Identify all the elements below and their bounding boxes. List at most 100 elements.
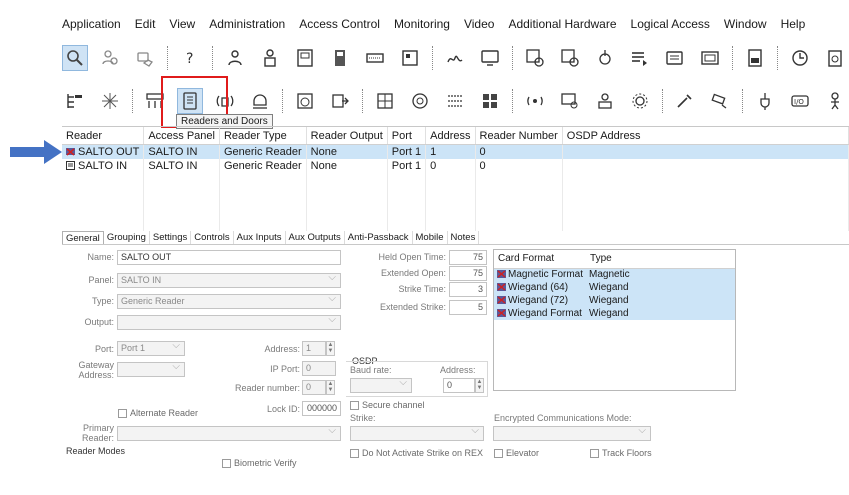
reader-number-spinner[interactable]: ▲ ▼ <box>326 380 335 395</box>
person-icon[interactable] <box>822 88 848 114</box>
type-select[interactable]: Generic Reader <box>117 293 341 309</box>
menu-logical-access[interactable]: Logical Access <box>631 17 710 31</box>
encrypted-mode-select[interactable] <box>493 425 651 441</box>
screen-icon[interactable] <box>662 45 688 71</box>
keypad-grid-icon[interactable] <box>442 88 468 114</box>
tab-notes[interactable]: Notes <box>448 231 480 244</box>
output-select[interactable] <box>117 314 341 330</box>
menu-access-control[interactable]: Access Control <box>299 17 380 31</box>
monitor-icon[interactable] <box>477 45 503 71</box>
tab-grouping[interactable]: Grouping <box>104 231 150 244</box>
clock-icon[interactable] <box>787 45 813 71</box>
osdp-address-field[interactable]: 0 <box>443 378 475 393</box>
zone-icon[interactable] <box>407 88 433 114</box>
reader-number-field[interactable]: 0 <box>302 380 326 395</box>
col-address[interactable]: Address <box>425 127 476 145</box>
col-card-type[interactable]: Type <box>586 250 735 269</box>
menu-video[interactable]: Video <box>464 17 494 31</box>
strike-select[interactable] <box>350 425 484 441</box>
printer-icon[interactable] <box>742 45 768 71</box>
help-icon[interactable]: ? <box>177 45 203 71</box>
biometric-verify-checkbox[interactable]: Biometric Verify <box>222 458 297 468</box>
plug-icon[interactable] <box>752 88 778 114</box>
cctv-icon[interactable] <box>707 88 733 114</box>
alternate-reader-checkbox[interactable]: Alternate Reader <box>118 408 198 418</box>
elevator-checkbox[interactable]: Elevator <box>494 448 539 458</box>
intercom-icon[interactable] <box>247 88 273 114</box>
tab-anti-passback[interactable]: Anti-Passback <box>345 231 413 244</box>
device-icon[interactable] <box>697 45 723 71</box>
magnifier-icon[interactable] <box>62 45 88 71</box>
tab-controls[interactable]: Controls <box>191 231 234 244</box>
gears-doc-2-icon[interactable] <box>557 45 583 71</box>
secure-channel-checkbox[interactable]: Secure channel <box>350 400 425 410</box>
badge-person-icon[interactable] <box>592 88 618 114</box>
held-open-field[interactable]: 75 <box>449 250 487 265</box>
timer-icon[interactable] <box>292 88 318 114</box>
table-row[interactable]: SALTO IN SALTO IN Generic Reader None Po… <box>62 159 849 173</box>
track-floors-checkbox[interactable]: Track Floors <box>590 448 652 458</box>
io-icon[interactable]: I/O <box>787 88 813 114</box>
gear-icon[interactable] <box>627 88 653 114</box>
col-reader-number[interactable]: Reader Number <box>475 127 563 145</box>
menu-view[interactable]: View <box>169 17 195 31</box>
users-group-icon[interactable] <box>97 45 123 71</box>
col-port[interactable]: Port <box>387 127 427 145</box>
extended-open-field[interactable]: 75 <box>449 266 487 281</box>
menu-administration[interactable]: Administration <box>209 17 285 31</box>
keypad-icon[interactable] <box>362 45 388 71</box>
gateway-select[interactable] <box>117 361 185 377</box>
extended-strike-field[interactable]: 5 <box>449 300 487 315</box>
baud-rate-select[interactable] <box>350 377 412 393</box>
menu-window[interactable]: Window <box>724 17 767 31</box>
card-reader-icon[interactable] <box>292 45 318 71</box>
col-reader-type[interactable]: Reader Type <box>219 127 307 145</box>
grid-icon[interactable] <box>477 88 503 114</box>
card-format-row[interactable]: Magnetic Format Magnetic <box>494 268 735 281</box>
tree-icon[interactable] <box>62 88 88 114</box>
menu-additional-hardware[interactable]: Additional Hardware <box>508 17 616 31</box>
person-card-icon[interactable] <box>257 45 283 71</box>
tab-settings[interactable]: Settings <box>150 231 192 244</box>
tab-aux-inputs[interactable]: Aux Inputs <box>234 231 286 244</box>
col-reader-output[interactable]: Reader Output <box>306 127 388 145</box>
alarm-panel-icon[interactable] <box>822 45 848 71</box>
sparkle-icon[interactable] <box>97 88 123 114</box>
tab-aux-outputs[interactable]: Aux Outputs <box>286 231 345 244</box>
port-select[interactable]: Port 1 <box>117 340 185 356</box>
menu-edit[interactable]: Edit <box>135 17 156 31</box>
no-strike-rex-checkbox[interactable]: Do Not Activate Strike on REX <box>350 448 483 458</box>
badge-hand-icon[interactable] <box>132 45 158 71</box>
tab-general[interactable]: General <box>62 231 104 244</box>
table-row[interactable]: SALTO OUT SALTO IN Generic Reader None P… <box>62 144 849 159</box>
address-spinner[interactable]: ▲ ▼ <box>326 341 335 356</box>
strike-time-field[interactable]: 3 <box>449 282 487 297</box>
list-arrow-icon[interactable] <box>627 45 653 71</box>
primary-reader-select[interactable] <box>117 425 341 441</box>
tool-icon[interactable] <box>672 88 698 114</box>
tab-mobile[interactable]: Mobile <box>413 231 448 244</box>
name-field[interactable]: SALTO OUT <box>117 250 341 265</box>
signature-icon[interactable] <box>442 45 468 71</box>
ip-port-field[interactable]: 0 <box>302 361 336 376</box>
osdp-address-spinner[interactable]: ▲ ▼ <box>475 378 484 393</box>
col-access-panel[interactable]: Access Panel <box>143 127 220 145</box>
gears-doc-icon[interactable] <box>522 45 548 71</box>
col-reader[interactable]: Reader <box>62 127 145 145</box>
lock-id-field[interactable]: 000000 <box>302 401 341 416</box>
card-format-row[interactable]: Wiegand (72) Wiegand <box>494 294 735 307</box>
touch-icon[interactable] <box>592 45 618 71</box>
person-key-icon[interactable] <box>222 45 248 71</box>
menu-application[interactable]: Application <box>62 17 121 31</box>
matrix-icon[interactable] <box>372 88 398 114</box>
menu-monitoring[interactable]: Monitoring <box>394 17 450 31</box>
panel-select[interactable]: SALTO IN <box>117 272 341 288</box>
card-format-row[interactable]: Wiegand Format Wiegand <box>494 307 735 320</box>
export-icon[interactable] <box>327 88 353 114</box>
col-card-format[interactable]: Card Format <box>494 250 587 269</box>
door-icon[interactable] <box>327 45 353 71</box>
address-field[interactable]: 1 <box>302 341 326 356</box>
camera-search-icon[interactable] <box>557 88 583 114</box>
panel-icon[interactable] <box>397 45 423 71</box>
audio-icon[interactable] <box>522 88 548 114</box>
